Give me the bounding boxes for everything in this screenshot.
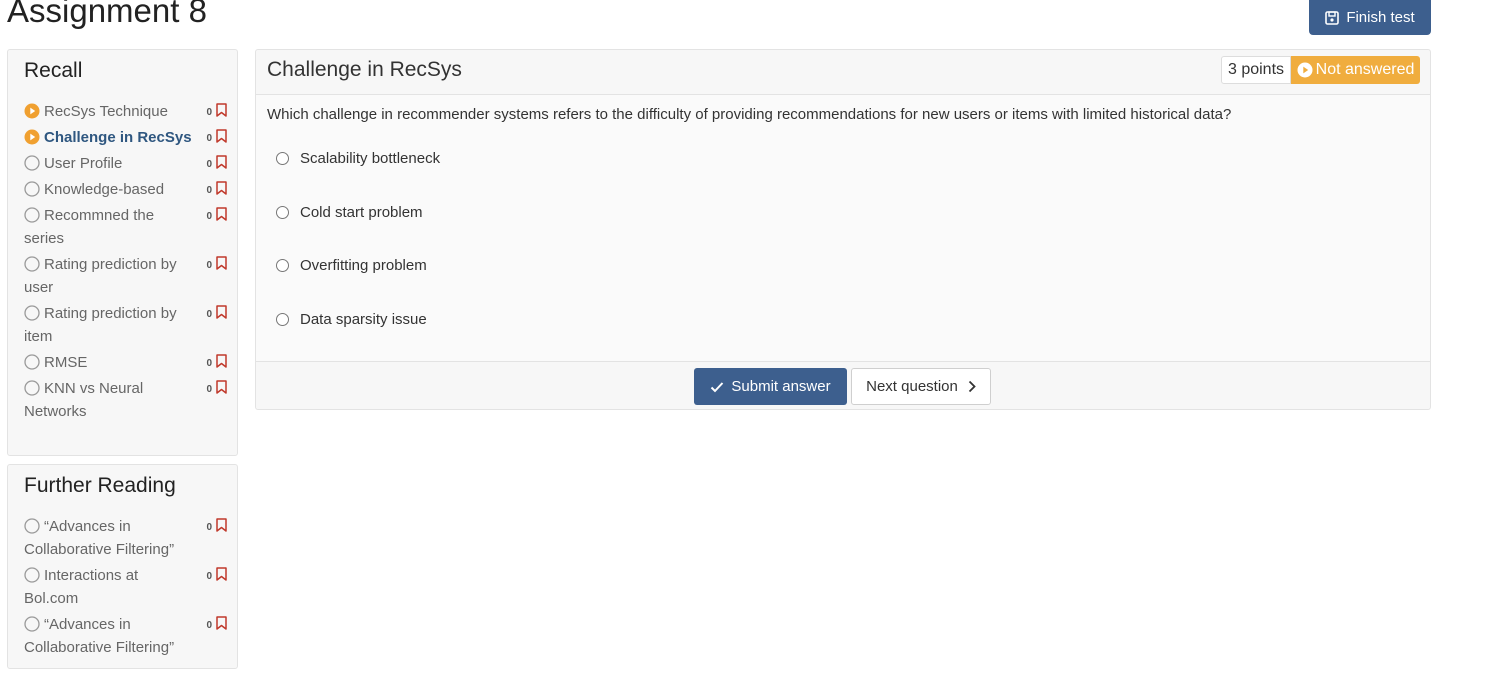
question-body: Which challenge in recommender systems r… <box>256 95 1430 361</box>
sidebar-item[interactable]: Rating prediction by item 0 <box>24 302 227 348</box>
status-badge: Not answered <box>1291 56 1420 84</box>
empty-circle-icon <box>24 354 40 370</box>
bookmark-icon[interactable] <box>216 155 227 169</box>
radio-button[interactable] <box>276 152 289 165</box>
sidebar-item[interactable]: “Advances in Collaborative Filtering” 0 <box>24 613 227 659</box>
attempt-count: 0 <box>206 107 212 118</box>
sidebar-item-label: Challenge in RecSys <box>44 129 192 146</box>
empty-circle-icon <box>24 567 40 583</box>
question-text: Which challenge in recommender systems r… <box>267 106 1232 123</box>
radio-button[interactable] <box>276 259 289 272</box>
bookmark-icon[interactable] <box>216 354 227 368</box>
attempt-count: 0 <box>206 620 212 631</box>
attempt-count: 0 <box>206 211 212 222</box>
submit-answer-label: Submit answer <box>731 378 831 395</box>
sidebar-item[interactable]: “Advances in Collaborative Filtering” 0 <box>24 515 227 561</box>
attempt-count: 0 <box>206 571 212 582</box>
question-footer: Submit answer Next question <box>256 361 1430 410</box>
empty-circle-icon <box>24 518 40 534</box>
option-label: Cold start problem <box>300 204 423 221</box>
finish-test-button[interactable]: Finish test <box>1309 0 1431 35</box>
sidebar-item-label: Interactions at Bol.com <box>24 567 139 607</box>
attempt-count: 0 <box>206 358 212 369</box>
recall-list: RecSys Technique 0 Challenge in RecSys 0 Use… <box>24 100 227 426</box>
chevron-right-icon <box>968 380 976 393</box>
sidebar-item-label: Recommned the series <box>24 207 155 247</box>
sidebar-item[interactable]: Challenge in RecSys 0 <box>24 126 227 149</box>
sidebar-item-label: KNN vs Neural Networks <box>24 380 144 420</box>
bookmark-icon[interactable] <box>216 207 227 221</box>
attempt-count: 0 <box>206 384 212 395</box>
sidebar-item[interactable]: KNN vs Neural Networks 0 <box>24 377 227 423</box>
bookmark-icon[interactable] <box>216 518 227 532</box>
empty-circle-icon <box>24 380 40 396</box>
bookmark-icon[interactable] <box>216 380 227 394</box>
attempt-count: 0 <box>206 133 212 144</box>
recall-title: Recall <box>24 59 83 82</box>
recall-panel: Recall RecSys Technique 0 Challenge in Rec… <box>7 49 238 456</box>
further-reading-panel: Further Reading “Advances in Collaborati… <box>7 464 238 669</box>
bookmark-icon[interactable] <box>216 616 227 630</box>
sidebar-item[interactable]: Recommned the series 0 <box>24 204 227 250</box>
sidebar-item[interactable]: RecSys Technique 0 <box>24 100 227 123</box>
option-label: Data sparsity issue <box>300 311 427 328</box>
checkmark-icon <box>711 381 724 392</box>
sidebar-item-label: “Advances in Collaborative Filtering” <box>24 518 175 558</box>
sidebar-item-label: “Advances in Collaborative Filtering” <box>24 616 175 656</box>
empty-circle-icon <box>24 256 40 272</box>
play-circle-icon <box>24 129 40 145</box>
bookmark-icon[interactable] <box>216 181 227 195</box>
question-header: Challenge in RecSys 3 points Not answere… <box>256 50 1430 95</box>
play-circle-icon <box>1297 62 1313 78</box>
bookmark-icon[interactable] <box>216 256 227 270</box>
answer-option[interactable]: Cold start problem <box>276 204 423 221</box>
sidebar-item-label: RMSE <box>44 354 88 371</box>
empty-circle-icon <box>24 616 40 632</box>
submit-answer-button[interactable]: Submit answer <box>694 368 847 405</box>
further-reading-title: Further Reading <box>24 474 176 497</box>
save-icon <box>1325 10 1340 25</box>
sidebar-item[interactable]: RMSE 0 <box>24 351 227 374</box>
empty-circle-icon <box>24 207 40 223</box>
bookmark-icon[interactable] <box>216 103 227 117</box>
points-badge: 3 points <box>1221 56 1291 84</box>
empty-circle-icon <box>24 181 40 197</box>
bookmark-icon[interactable] <box>216 129 227 143</box>
sidebar-item-label: Rating prediction by user <box>24 256 177 296</box>
attempt-count: 0 <box>206 260 212 271</box>
radio-button[interactable] <box>276 206 289 219</box>
question-panel: Challenge in RecSys 3 points Not answere… <box>255 49 1431 410</box>
answer-option[interactable]: Data sparsity issue <box>276 311 427 328</box>
attempt-count: 0 <box>206 185 212 196</box>
status-label: Not answered <box>1315 61 1415 78</box>
further-reading-list: “Advances in Collaborative Filtering” 0 In… <box>24 515 227 662</box>
sidebar-item-label: User Profile <box>44 155 123 172</box>
sidebar-item-label: Knowledge-based <box>44 181 165 198</box>
option-label: Scalability bottleneck <box>300 150 441 167</box>
bookmark-icon[interactable] <box>216 305 227 319</box>
page-title: Assignment 8 <box>7 0 207 29</box>
option-label: Overfitting problem <box>300 257 427 274</box>
attempt-count: 0 <box>206 522 212 533</box>
attempt-count: 0 <box>206 309 212 320</box>
play-circle-icon <box>24 103 40 119</box>
next-question-label: Next question <box>866 378 958 395</box>
sidebar-item[interactable]: Interactions at Bol.com 0 <box>24 564 227 610</box>
sidebar-item-label: RecSys Technique <box>44 103 168 120</box>
answer-option[interactable]: Scalability bottleneck <box>276 150 440 167</box>
answer-option[interactable]: Overfitting problem <box>276 257 427 274</box>
question-title: Challenge in RecSys <box>267 58 462 81</box>
finish-test-label: Finish test <box>1346 9 1415 26</box>
sidebar-item[interactable]: Knowledge-based 0 <box>24 178 227 201</box>
sidebar-item-label: Rating prediction by item <box>24 305 177 345</box>
sidebar-item[interactable]: Rating prediction by user 0 <box>24 253 227 299</box>
empty-circle-icon <box>24 305 40 321</box>
sidebar-item[interactable]: User Profile 0 <box>24 152 227 175</box>
radio-button[interactable] <box>276 313 289 326</box>
empty-circle-icon <box>24 155 40 171</box>
next-question-button[interactable]: Next question <box>851 368 991 405</box>
attempt-count: 0 <box>206 159 212 170</box>
bookmark-icon[interactable] <box>216 567 227 581</box>
